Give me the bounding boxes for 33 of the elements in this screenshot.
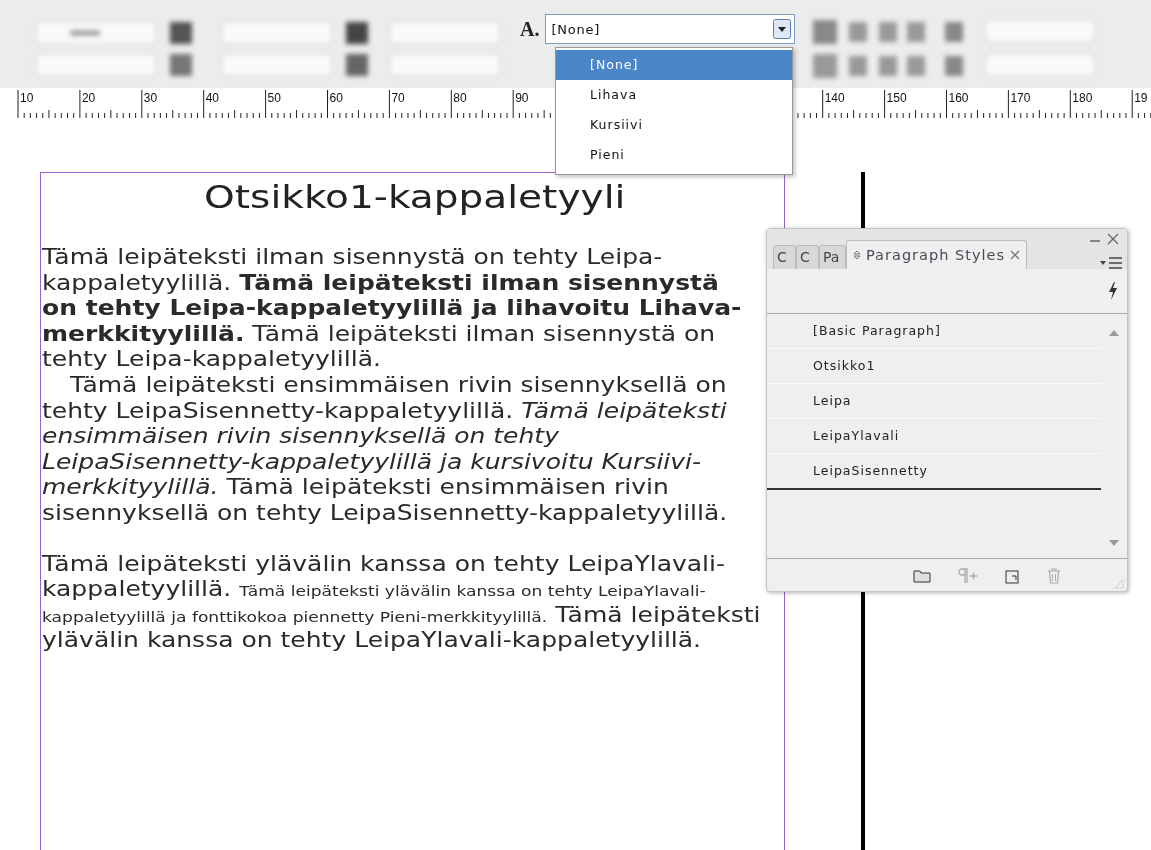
style-list-item[interactable]: [Basic Paragraph] — [767, 314, 1101, 349]
ruler-number: 20 — [81, 91, 96, 105]
body-paragraph: Tämä leipäteksti ensimmäisen rivin sisennyksellä on tehty LeipaSisennetty-kappaletyylillä. Tämä leipäteksti ensimmäisen rivin sisennyksellä on tehty LeipaSisennetty-kappaletyylillä ja kursivoitu Kursiivi-merkkityylillä. Tämä leipäteksti ensimmäisen rivin sisennyksellä on tehty LeipaSisennetty-kappaletyylillä. — [42, 372, 729, 527]
body-paragraph: Tämä leipäteksti ylävälin kanssa on tehty LeipaYlavali-kappaletyylillä. Tämä leipäteksti ylävälin kanssa on tehty LeipaYlavali-kappaletyylillä ja fonttikokoa piennetty Pieni-merkkityylillä. Tämä leipäteksti ylävälin kanssa on tehty LeipaYlavali-kappaletyylillä. — [42, 550, 762, 654]
style-list-item[interactable]: Otsikko1 — [767, 349, 1101, 384]
dropdown-option[interactable]: Pieni — [556, 140, 792, 170]
ruler-number: 160 — [948, 91, 969, 105]
panel-tab[interactable]: C — [796, 245, 819, 269]
dropdown-option[interactable]: [None] — [556, 50, 792, 80]
panel-tab[interactable]: Paragraph Styles — [846, 240, 1028, 269]
ruler-number: 50 — [267, 91, 281, 105]
ruler-number: 140 — [824, 91, 845, 105]
style-list-item[interactable]: LeipaYlavali — [767, 419, 1101, 454]
ruler-number: 19 — [1134, 91, 1148, 105]
ruler-number: 170 — [1010, 91, 1031, 105]
ruler-number: 40 — [205, 91, 220, 105]
ruler-number: 10 — [20, 91, 34, 105]
heading: Otsikko1-kappaletyyli — [203, 177, 627, 217]
ruler-number: 60 — [329, 91, 343, 105]
ruler-number: 80 — [453, 91, 467, 105]
ruler-number: 180 — [1072, 91, 1093, 105]
character-style-select[interactable]: [None] — [545, 14, 795, 44]
ruler-number: 70 — [391, 91, 405, 105]
panel-tab[interactable]: C — [773, 245, 796, 269]
dropdown-option[interactable]: Kursiivi — [556, 110, 792, 140]
body-paragraph: Tämä leipäteksti ilman sisennystä on tehty Leipa-kappaletyylillä. Tämä leipäteksti ilman sisennystä on tehty Leipa-kappaletyylillä ja lihavoitu Lihava-merkkityylillä. Tämä leipäteksti ilman sisennystä on tehty Leipa-kappaletyylillä. — [42, 245, 743, 373]
character-style-icon: A. — [520, 17, 540, 41]
ruler-number: 150 — [886, 91, 907, 105]
ruler-number: 30 — [143, 91, 158, 105]
style-list-item[interactable]: Leipa — [767, 384, 1101, 419]
dropdown-option[interactable]: Lihava — [556, 80, 792, 110]
panel-tab[interactable]: Pa — [819, 245, 846, 269]
ruler-number: 90 — [515, 91, 529, 105]
